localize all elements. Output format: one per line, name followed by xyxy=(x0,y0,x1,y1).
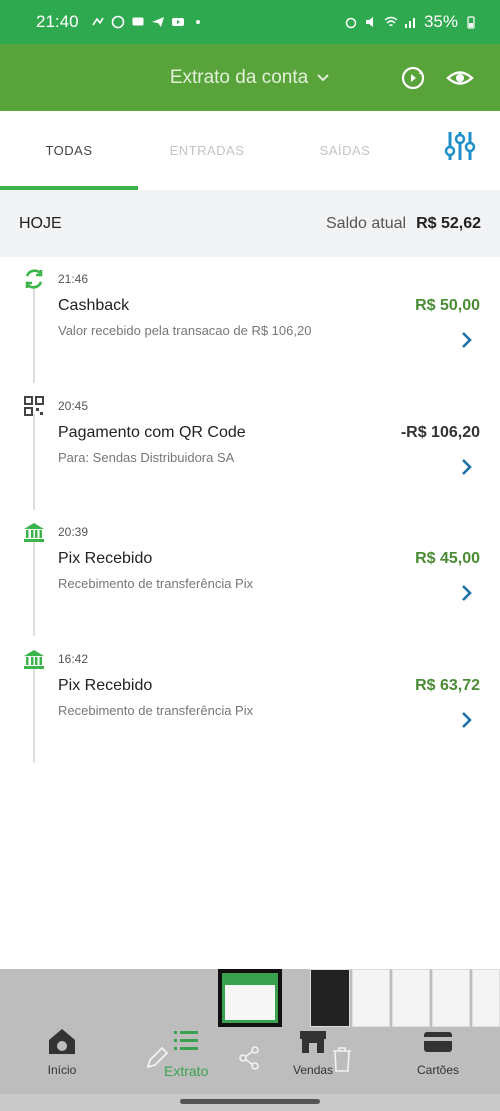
whatsapp-icon xyxy=(111,15,124,29)
transaction-description: Valor recebido pela transacao de R$ 106,… xyxy=(58,323,312,338)
status-right: 35% xyxy=(344,12,478,32)
balance-value: R$ 52,62 xyxy=(416,214,481,232)
screenshot-thumbnail[interactable] xyxy=(352,969,390,1027)
transaction-name: Cashback xyxy=(58,297,130,314)
transaction-item[interactable]: 16:42 Pix Recebido Recebimento de transf… xyxy=(0,637,500,764)
tab-outgoing[interactable]: SAÍDAS xyxy=(276,111,414,190)
status-time: 21:40 xyxy=(36,12,79,31)
app-bar: Extrato da conta xyxy=(0,44,500,111)
screenshot-thumbnail[interactable] xyxy=(392,969,430,1027)
transaction-time: 21:46 xyxy=(58,272,89,286)
transaction-item[interactable]: 21:46 Cashback Valor recebido pela trans… xyxy=(0,257,500,384)
nav-sales-label: Vendas xyxy=(293,1063,334,1077)
transaction-amount: R$ 50,00 xyxy=(415,297,480,314)
missed-call-icon xyxy=(91,17,104,26)
transaction-time: 16:42 xyxy=(58,651,89,666)
bottom-navigation: Início Extrato Vendas Cartões xyxy=(0,1025,500,1092)
transaction-description: Recebimento de transferência Pix xyxy=(58,702,254,718)
nav-cards[interactable]: Cartões xyxy=(417,1025,459,1077)
thumbnail-preview xyxy=(225,985,275,1020)
replay-button[interactable] xyxy=(398,63,428,93)
chevron-right-icon[interactable] xyxy=(461,711,473,729)
store-icon xyxy=(300,1031,327,1053)
transaction-name: Pix Recebido xyxy=(58,550,153,567)
share-icon[interactable] xyxy=(237,1045,261,1071)
filter-settings-icon[interactable] xyxy=(444,129,476,163)
transaction-time: 20:39 xyxy=(58,525,89,539)
transaction-amount: -R$ 106,20 xyxy=(400,423,480,441)
notification-icons xyxy=(91,15,205,29)
nav-statement-label: Extrato xyxy=(164,1063,209,1079)
nav-home[interactable]: Início xyxy=(46,1025,78,1077)
list-icon xyxy=(174,1031,199,1050)
home-icon xyxy=(49,1029,75,1054)
edit-icon[interactable] xyxy=(144,1045,170,1071)
toggle-balance-button[interactable] xyxy=(445,63,475,93)
chevron-right-icon[interactable] xyxy=(461,331,473,349)
tab-all[interactable]: TODAS xyxy=(0,111,138,190)
battery-icon xyxy=(467,16,475,29)
nav-statement[interactable]: Extrato xyxy=(164,1025,208,1079)
chevron-right-icon[interactable] xyxy=(461,458,473,476)
transaction-amount: R$ 45,00 xyxy=(415,550,480,567)
status-bar: 21:40 35% xyxy=(0,0,500,44)
transaction-item[interactable]: 20:39 Pix Recebido Recebimento de transf… xyxy=(0,510,500,637)
cashback-icon xyxy=(25,269,43,289)
bank-icon xyxy=(24,649,44,669)
youtube-icon xyxy=(171,18,184,26)
nav-cards-label: Cartões xyxy=(417,1063,460,1077)
transaction-name: Pix Recebido xyxy=(58,676,153,694)
chevron-right-icon[interactable] xyxy=(461,584,473,602)
day-label: HOJE xyxy=(19,214,62,232)
screenshot-thumbnails xyxy=(218,969,500,1029)
home-indicator[interactable] xyxy=(180,1099,320,1104)
screenshot-thumbnail-current[interactable] xyxy=(218,969,282,1027)
nav-home-label: Início xyxy=(47,1063,77,1077)
transaction-list: 21:46 Cashback Valor recebido pela trans… xyxy=(0,257,500,763)
qr-code-icon xyxy=(24,395,44,416)
nav-sales[interactable]: Vendas xyxy=(293,1025,333,1077)
bank-icon xyxy=(24,523,44,542)
alarm-icon xyxy=(345,17,357,29)
transaction-description: Para: Sendas Distribuidora SA xyxy=(58,449,235,465)
timeline-line xyxy=(33,287,35,383)
timeline-line xyxy=(33,413,35,510)
balance-label: Saldo atual xyxy=(326,214,407,232)
delete-icon[interactable] xyxy=(330,1045,354,1073)
telegram-icon xyxy=(151,17,164,27)
chevron-down-icon xyxy=(317,73,329,81)
account-statement-title[interactable]: Extrato da conta xyxy=(170,67,330,89)
transaction-description: Recebimento de transferência Pix xyxy=(58,576,254,591)
card-icon xyxy=(424,1032,453,1052)
tab-income[interactable]: ENTRADAS xyxy=(138,111,276,190)
page-title: Extrato da conta xyxy=(169,66,309,88)
battery-percent: 35% xyxy=(423,12,458,31)
filter-tabs: TODAS ENTRADAS SAÍDAS xyxy=(0,111,500,190)
screenshot-thumbnail[interactable] xyxy=(472,969,500,1027)
timeline-line xyxy=(33,666,35,763)
more-notifications-icon xyxy=(195,20,200,24)
mute-icon xyxy=(365,17,373,27)
eye-icon xyxy=(446,71,474,85)
transaction-time: 20:45 xyxy=(58,398,89,413)
replay-icon xyxy=(401,66,425,90)
transaction-item[interactable]: 20:45 Pagamento com QR Code Para: Sendas… xyxy=(0,384,500,511)
timeline-line xyxy=(33,540,35,636)
signal-icon xyxy=(404,18,415,28)
wifi-icon xyxy=(384,16,398,27)
screenshot-thumbnail[interactable] xyxy=(432,969,470,1027)
screenshot-thumbnail[interactable] xyxy=(310,969,350,1027)
message-icon xyxy=(132,17,144,26)
transaction-name: Pagamento com QR Code xyxy=(58,423,246,441)
transaction-amount: R$ 63,72 xyxy=(415,676,480,694)
day-header: HOJE Saldo atual R$ 52,62 xyxy=(0,190,500,257)
